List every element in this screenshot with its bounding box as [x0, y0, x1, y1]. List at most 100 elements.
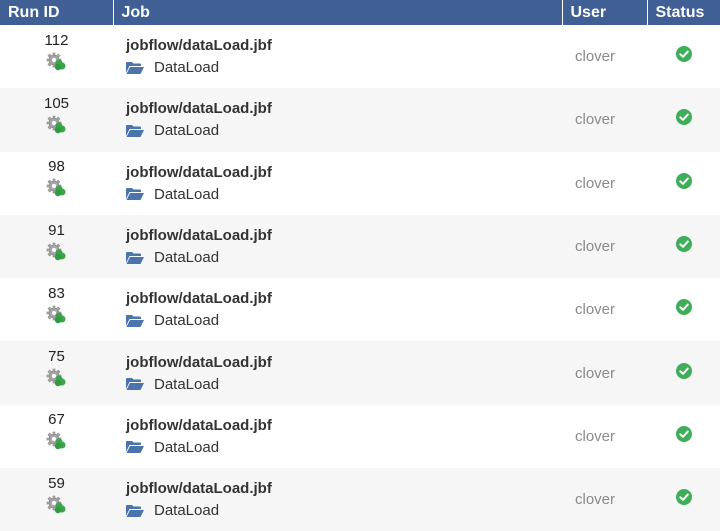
gear-run-icon	[46, 431, 68, 451]
sandbox-link[interactable]: DataLoad	[126, 312, 562, 329]
folder-open-icon	[126, 188, 144, 201]
sandbox-name: DataLoad	[154, 59, 220, 77]
gear-run-icon	[46, 52, 68, 72]
sandbox-link[interactable]: DataLoad	[126, 122, 562, 139]
folder-open-icon	[126, 314, 144, 327]
run-id-cell: 91	[0, 215, 113, 278]
job-path-link[interactable]: jobflow/dataLoad.jbf	[126, 100, 562, 117]
run-id-cell: 75	[0, 341, 113, 404]
run-id[interactable]: 75	[0, 348, 113, 365]
user-cell: clover	[575, 111, 616, 129]
table-row[interactable]: 105 jobflow/dataLoad.jbf DataLoad clover	[0, 88, 720, 152]
job-path-link[interactable]: jobflow/dataLoad.jbf	[126, 480, 562, 497]
sandbox-name: DataLoad	[154, 312, 220, 330]
run-id[interactable]: 105	[0, 95, 113, 112]
user-cell: clover	[575, 301, 616, 319]
run-id[interactable]: 67	[0, 411, 113, 428]
status-cell	[647, 405, 720, 468]
gear-run-icon	[46, 368, 68, 388]
job-cell: jobflow/dataLoad.jbf DataLoad	[113, 88, 562, 151]
user-cell: clover	[575, 48, 616, 66]
job-cell: jobflow/dataLoad.jbf DataLoad	[113, 405, 562, 468]
table-row[interactable]: 83 jobflow/dataLoad.jbf DataLoad clover	[0, 278, 720, 341]
check-circle-icon	[675, 425, 692, 442]
folder-open-icon	[126, 504, 144, 517]
job-path-link[interactable]: jobflow/dataLoad.jbf	[126, 164, 562, 181]
status-cell	[647, 215, 720, 278]
sandbox-name: DataLoad	[154, 249, 220, 267]
job-cell: jobflow/dataLoad.jbf DataLoad	[113, 278, 562, 341]
status-cell	[647, 468, 720, 531]
gear-run-icon	[46, 305, 68, 325]
user-cell: clover	[575, 427, 616, 445]
run-id-cell: 83	[0, 278, 113, 341]
sandbox-link[interactable]: DataLoad	[126, 502, 562, 519]
table-row[interactable]: 59 jobflow/dataLoad.jbf DataLoad clover	[0, 468, 720, 531]
status-cell	[647, 152, 720, 215]
user-cell: clover	[575, 364, 616, 382]
job-path-link[interactable]: jobflow/dataLoad.jbf	[126, 227, 562, 244]
table-row[interactable]: 112 jobflow/dataLoad.jbf DataLoad clover	[0, 25, 720, 88]
check-circle-icon	[675, 236, 692, 253]
executions-table: Run ID Job User Status 112 jobflow/dataL…	[0, 0, 720, 531]
sandbox-name: DataLoad	[154, 185, 220, 203]
sandbox-name: DataLoad	[154, 438, 220, 456]
check-circle-icon	[675, 489, 692, 506]
job-cell: jobflow/dataLoad.jbf DataLoad	[113, 25, 562, 88]
table-row[interactable]: 98 jobflow/dataLoad.jbf DataLoad clover	[0, 152, 720, 215]
gear-run-icon	[46, 178, 68, 198]
sandbox-link[interactable]: DataLoad	[126, 439, 562, 456]
user-cell: clover	[575, 238, 616, 256]
job-cell: jobflow/dataLoad.jbf DataLoad	[113, 341, 562, 404]
table-header: Run ID Job User Status	[0, 0, 720, 25]
job-path-link[interactable]: jobflow/dataLoad.jbf	[126, 354, 562, 371]
folder-open-icon	[126, 441, 144, 454]
gear-run-icon	[46, 495, 68, 515]
gear-run-icon	[46, 115, 68, 135]
header-user[interactable]: User	[562, 0, 648, 25]
user-cell: clover	[575, 491, 616, 509]
job-cell: jobflow/dataLoad.jbf DataLoad	[113, 152, 562, 215]
run-id[interactable]: 59	[0, 475, 113, 492]
user-cell: clover	[575, 174, 616, 192]
table-row[interactable]: 75 jobflow/dataLoad.jbf DataLoad clover	[0, 341, 720, 405]
sandbox-name: DataLoad	[154, 122, 220, 140]
run-id[interactable]: 112	[0, 32, 113, 49]
folder-open-icon	[126, 124, 144, 137]
sandbox-link[interactable]: DataLoad	[126, 59, 562, 76]
header-status[interactable]: Status	[647, 0, 720, 25]
header-run-id[interactable]: Run ID	[0, 0, 114, 25]
table-row[interactable]: 91 jobflow/dataLoad.jbf DataLoad clover	[0, 214, 720, 279]
run-id-cell: 105	[0, 88, 113, 151]
folder-open-icon	[126, 378, 144, 391]
job-cell: jobflow/dataLoad.jbf DataLoad	[113, 215, 562, 278]
check-circle-icon	[675, 172, 692, 189]
check-circle-icon	[675, 109, 692, 126]
sandbox-link[interactable]: DataLoad	[126, 249, 562, 266]
job-path-link[interactable]: jobflow/dataLoad.jbf	[126, 417, 562, 434]
sandbox-name: DataLoad	[154, 375, 220, 393]
status-cell	[647, 25, 720, 88]
run-id[interactable]: 83	[0, 285, 113, 302]
run-id-cell: 59	[0, 468, 113, 531]
check-circle-icon	[675, 299, 692, 316]
table-row[interactable]: 67 jobflow/dataLoad.jbf DataLoad clover	[0, 405, 720, 468]
sandbox-name: DataLoad	[154, 502, 220, 520]
status-cell	[647, 278, 720, 341]
run-id[interactable]: 98	[0, 158, 113, 175]
job-path-link[interactable]: jobflow/dataLoad.jbf	[126, 290, 562, 307]
sandbox-link[interactable]: DataLoad	[126, 186, 562, 203]
job-cell: jobflow/dataLoad.jbf DataLoad	[113, 468, 562, 531]
run-id[interactable]: 91	[0, 222, 113, 239]
gear-run-icon	[46, 242, 68, 262]
check-circle-icon	[675, 362, 692, 379]
job-path-link[interactable]: jobflow/dataLoad.jbf	[126, 37, 562, 54]
status-cell	[647, 341, 720, 404]
folder-open-icon	[126, 251, 144, 264]
run-id-cell: 98	[0, 152, 113, 215]
header-job[interactable]: Job	[113, 0, 563, 25]
sandbox-link[interactable]: DataLoad	[126, 376, 562, 393]
run-id-cell: 112	[0, 25, 113, 88]
folder-open-icon	[126, 61, 144, 74]
run-id-cell: 67	[0, 405, 113, 468]
